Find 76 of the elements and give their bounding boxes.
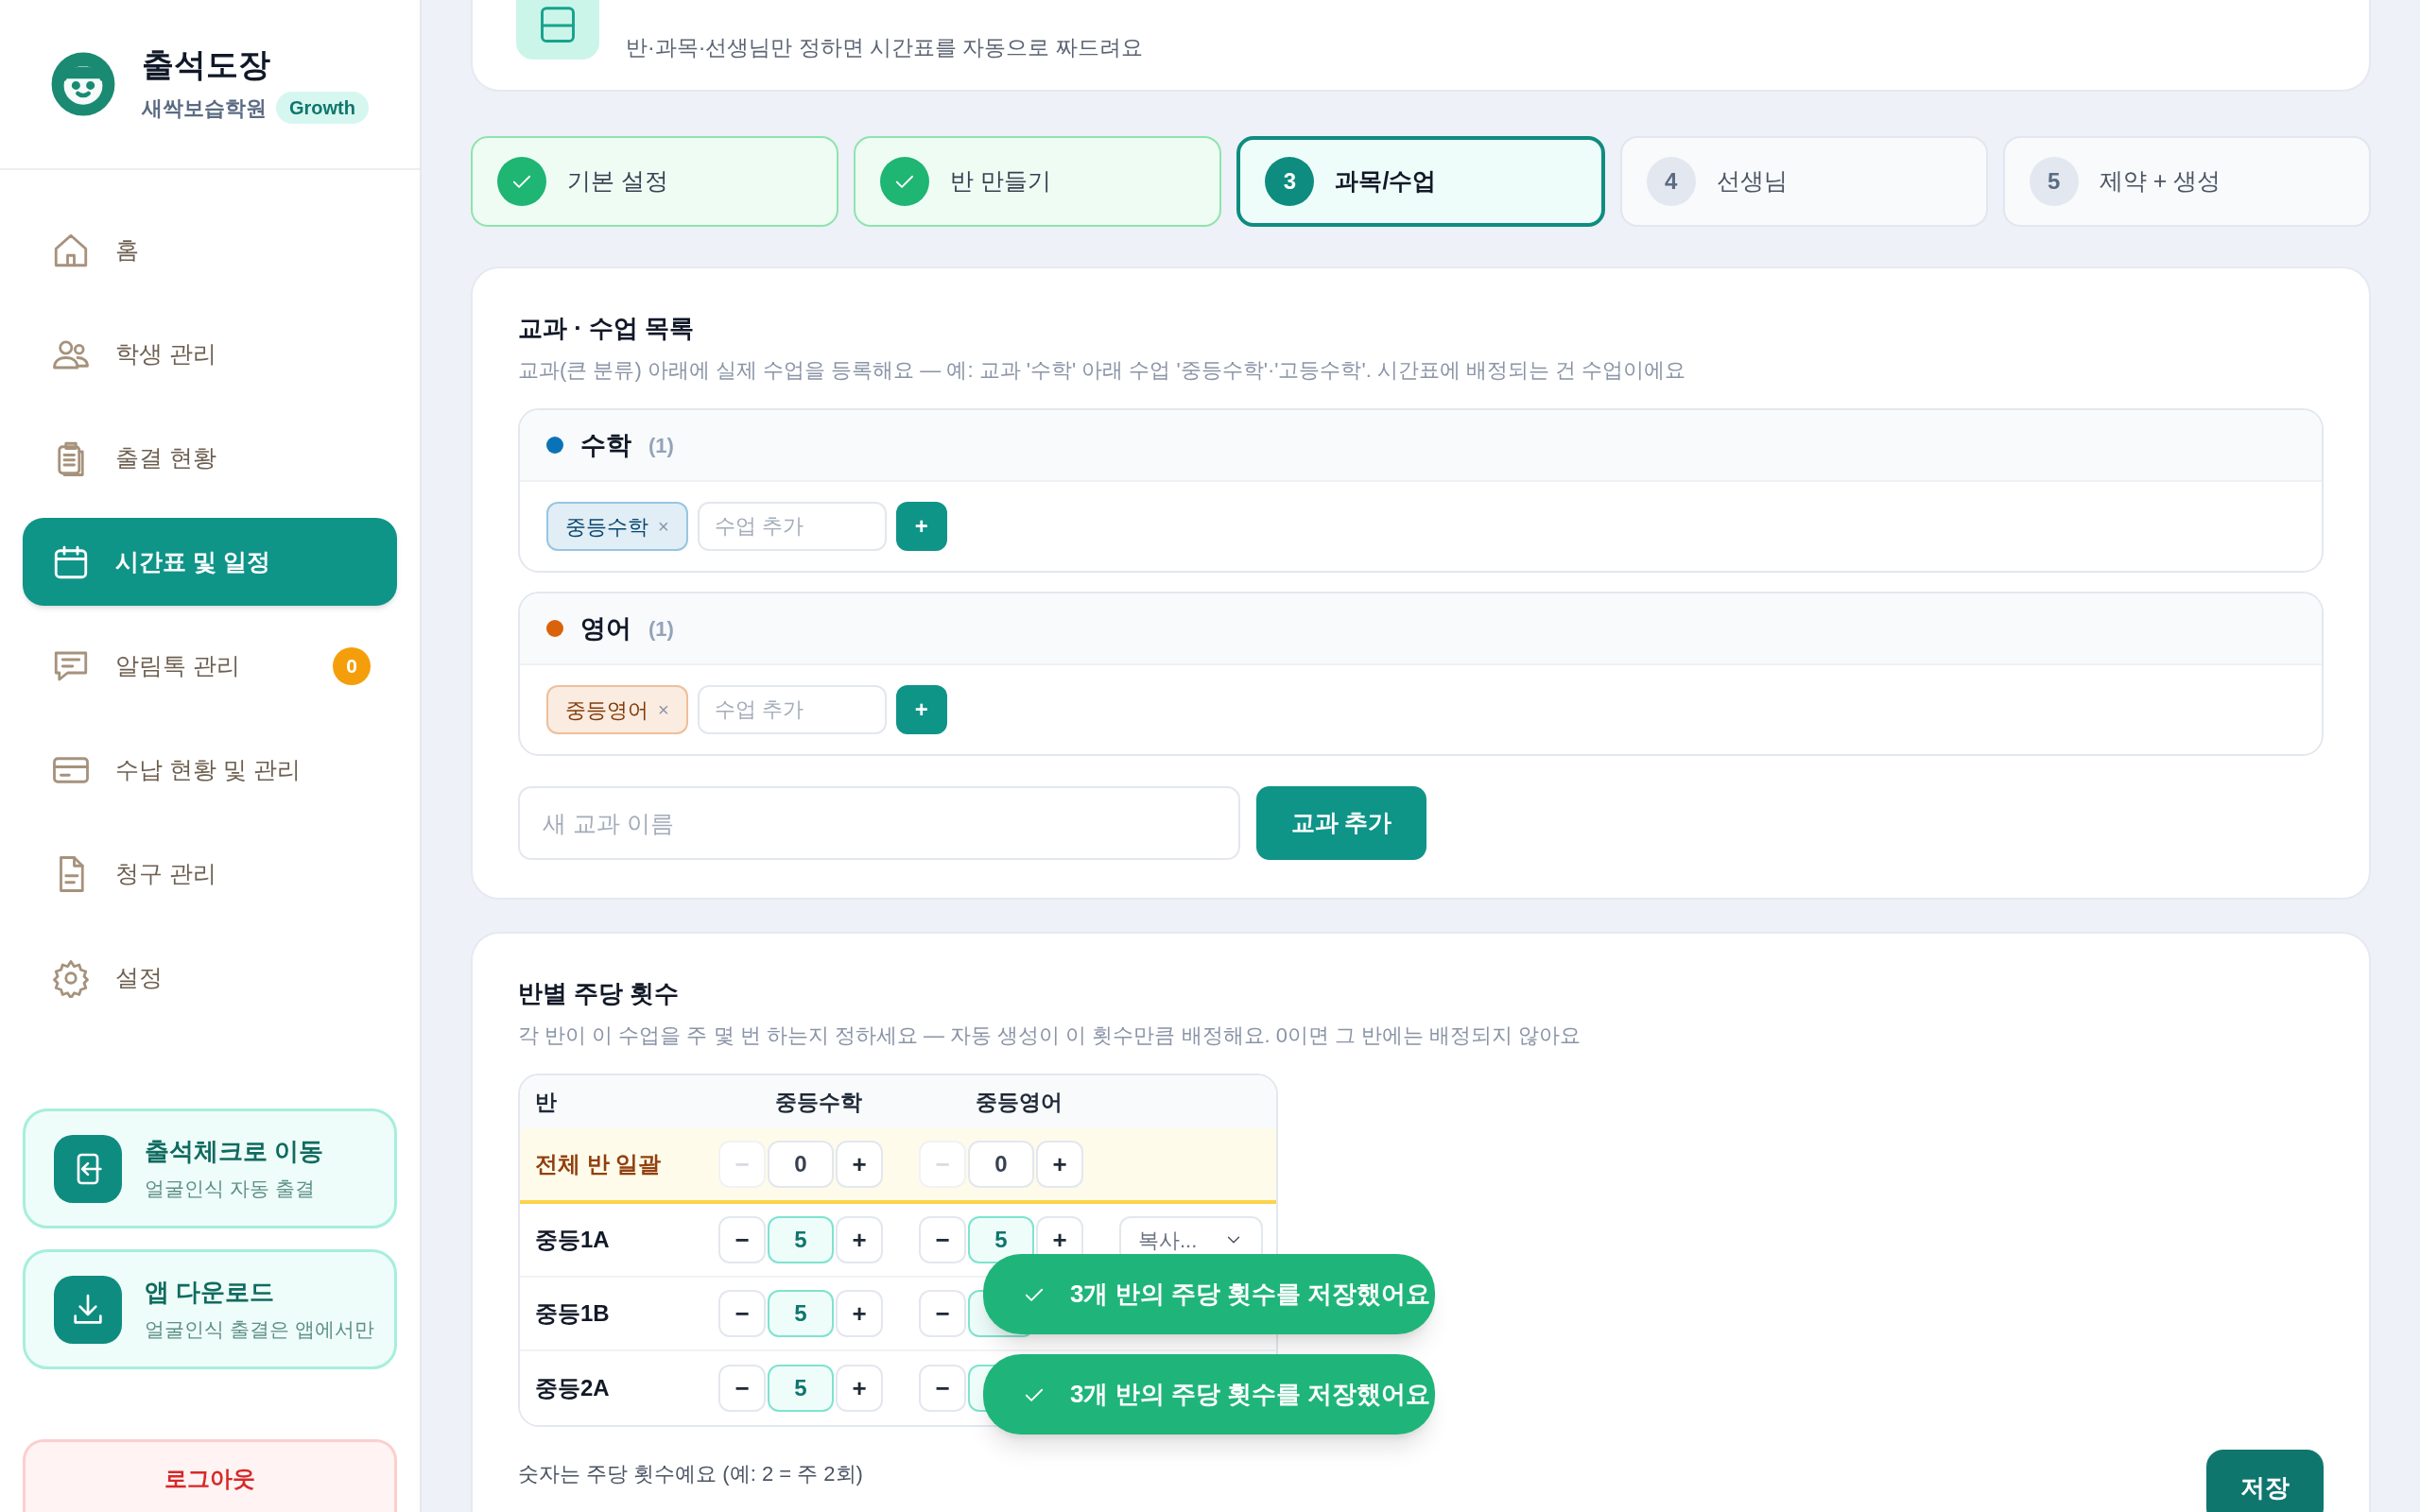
nav-item[interactable]: 알림톡 관리 0 [23, 622, 397, 710]
decrement-button[interactable]: − [718, 1365, 766, 1412]
increment-button[interactable]: + [836, 1290, 883, 1337]
app-name: 출석도장 [142, 44, 271, 84]
count-field[interactable]: 5 [768, 1365, 834, 1412]
step-tab[interactable]: 4 선생님 [1619, 136, 1988, 227]
course-count: (1) [648, 615, 674, 643]
subject-name: 영어 [580, 612, 631, 644]
decrement-button[interactable]: − [718, 1216, 766, 1263]
shortcut-title: 앱 다운로드 [145, 1277, 276, 1309]
add-course-button[interactable]: + [895, 502, 947, 551]
course-tag: 중등수학 × [546, 502, 688, 551]
decrement-button[interactable]: − [919, 1365, 966, 1412]
count-badge: 0 [333, 646, 371, 685]
nav-item[interactable]: 출결 현황 [23, 414, 397, 502]
increment-button[interactable]: + [836, 1141, 883, 1188]
course-input[interactable]: 수업 추가 [697, 685, 887, 734]
footnote: 숫자는 주당 횟수예요 (예: 2 = 주 2회) [518, 1460, 863, 1487]
add-subject-button[interactable]: 교과 추가 [1256, 786, 1426, 860]
step-tab[interactable]: 반 만들기 [854, 136, 1222, 227]
subject-name: 수학 [580, 429, 631, 461]
count-field[interactable]: 5 [768, 1216, 834, 1263]
check-icon [497, 157, 546, 206]
shortcut-subtitle: 얼굴인식 자동 출결 [145, 1177, 316, 1202]
section-description: 각 반이 이 수업을 주 몇 번 하는지 정하세요 — 자동 생성이 이 횟수만큼 배정해요. 0이면 그 반에는 배정되지 않아요 [518, 1022, 1582, 1049]
section-title: 교과 · 수업 목록 [518, 313, 696, 344]
step-number: 3 [1265, 157, 1315, 206]
settings-icon [51, 957, 91, 998]
column-header: 반 [534, 1088, 558, 1116]
class-name: 중등1B [534, 1299, 611, 1328]
course-input[interactable]: 수업 추가 [697, 502, 887, 551]
header-subtitle: 반·과목·선생님만 정하면 시간표를 자동으로 짜드려요 [626, 33, 1143, 61]
toast-notification: 3개 반의 주당 횟수를 저장했어요 [983, 1254, 1435, 1334]
count-field[interactable]: 5 [968, 1216, 1034, 1263]
step-number: 4 [1646, 157, 1696, 206]
nav-item[interactable]: 시간표 및 일정 [23, 518, 397, 606]
column-header: 중등수학 [774, 1088, 863, 1116]
nav-item[interactable]: 학생 관리 [23, 310, 397, 398]
class-name: 중등2A [534, 1374, 611, 1402]
shortcut-card[interactable]: 출석체크로 이동 얼굴인식 자동 출결 [23, 1108, 397, 1228]
step-tab[interactable]: 5 제약 + 생성 [2002, 136, 2371, 227]
decrement-button[interactable]: − [919, 1216, 966, 1263]
class-name: 중등1A [534, 1226, 611, 1254]
nav-item[interactable]: 수납 현황 및 관리 [23, 726, 397, 814]
nav-item[interactable]: 홈 [23, 206, 397, 294]
logout-button[interactable]: 로그아웃 [23, 1439, 397, 1512]
subject-name-input[interactable]: 새 교과 이름 [518, 786, 1240, 860]
shortcut-subtitle: 얼굴인식 출결은 앱에서만 [145, 1317, 374, 1343]
increment-button[interactable]: + [1036, 1141, 1083, 1188]
nav-item[interactable]: 청구 관리 [23, 830, 397, 918]
decrement-button[interactable]: − [718, 1290, 766, 1337]
column-header: 중등영어 [975, 1088, 1063, 1116]
step-number: 5 [2029, 157, 2079, 206]
add-course-button[interactable]: + [895, 685, 947, 734]
academy-name: 새싹보습학원 [142, 94, 267, 122]
section-description: 교과(큰 분류) 아래에 실제 수업을 등록해요 — 예: 교과 '수학' 아래 수업 '중등수학'·'고등수학'. 시간표에 배정되는 건 수업이에요 [518, 357, 1687, 384]
course-count: (1) [648, 432, 674, 459]
shortcut-title: 출석체크로 이동 [145, 1136, 324, 1168]
decrement-button[interactable]: − [919, 1290, 966, 1337]
count-field[interactable]: 5 [768, 1290, 834, 1337]
smiling-face-logo-icon [51, 52, 115, 116]
increment-button[interactable]: + [836, 1365, 883, 1412]
course-tag: 중등영어 × [546, 685, 688, 734]
count-field[interactable]: 0 [968, 1141, 1034, 1188]
save-button[interactable]: 저장 [2206, 1450, 2324, 1512]
shortcut-card[interactable]: 앱 다운로드 얼굴인식 출결은 앱에서만 [23, 1249, 397, 1369]
increment-button[interactable]: + [836, 1216, 883, 1263]
toast-notification: 3개 반의 주당 횟수를 저장했어요 [983, 1354, 1435, 1435]
count-field[interactable]: 0 [768, 1141, 834, 1188]
check-icon [880, 157, 930, 206]
section-title: 반별 주당 횟수 [518, 978, 681, 1009]
step-tab[interactable]: 3 과목/수업 [1236, 136, 1605, 227]
step-tab[interactable]: 기본 설정 [471, 136, 839, 227]
plan-badge: Growth [276, 92, 369, 125]
nav-item[interactable]: 설정 [23, 934, 397, 1022]
class-name: 전체 반 일괄 [534, 1150, 663, 1178]
